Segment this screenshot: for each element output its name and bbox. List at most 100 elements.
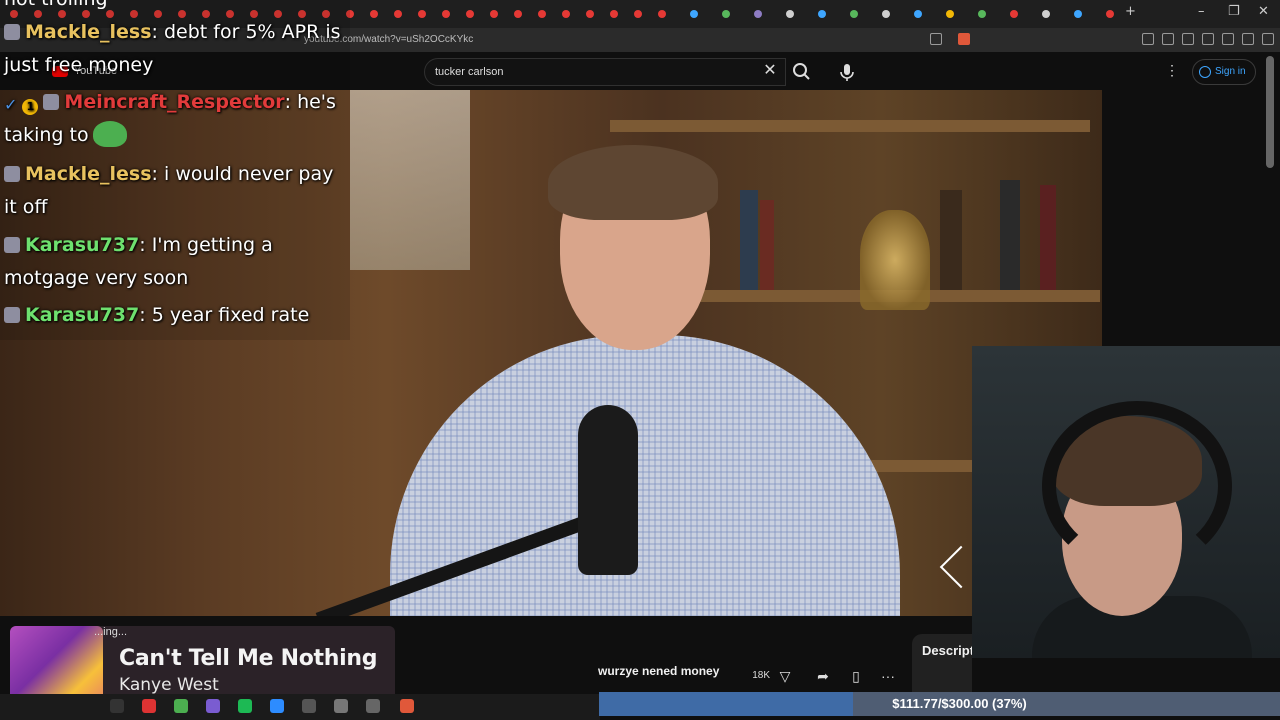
description-label[interactable]: Descript bbox=[922, 643, 974, 658]
chat-message: Mackle_less: debt for 5% APR is just fre… bbox=[4, 21, 341, 76]
tab-favicon[interactable] bbox=[1042, 10, 1050, 18]
chat-cut-message: not trolling bbox=[4, 0, 108, 10]
lamp bbox=[860, 210, 930, 310]
brave-browser-icon[interactable] bbox=[400, 699, 414, 713]
tab-favicon[interactable] bbox=[490, 10, 498, 18]
chat-message: Karasu737: 5 year fixed rate bbox=[4, 299, 349, 332]
chat-overlay: not trolling Mackle_less: debt for 5% AP… bbox=[0, 0, 350, 340]
bookmark-icon[interactable] bbox=[1222, 33, 1234, 45]
tab-favicon[interactable] bbox=[914, 10, 922, 18]
search-icon[interactable] bbox=[786, 58, 818, 86]
now-playing-status: ...ing... bbox=[94, 626, 128, 638]
tab-favicon[interactable] bbox=[442, 10, 450, 18]
maximize-button[interactable]: ❐ bbox=[1228, 4, 1240, 19]
donation-goal-bar: $111.77/$300.00 (37%) bbox=[599, 692, 1280, 716]
donation-goal-text: $111.77/$300.00 (37%) bbox=[892, 696, 1027, 711]
taskbar-app-icon[interactable] bbox=[174, 699, 188, 713]
sidebar-icon[interactable] bbox=[1182, 33, 1194, 45]
background-window bbox=[350, 90, 470, 270]
brave-shield-icon[interactable] bbox=[958, 33, 970, 45]
subscriber-badge-icon bbox=[4, 166, 20, 182]
headset-icon bbox=[1042, 401, 1232, 571]
cast-icon[interactable] bbox=[930, 33, 942, 45]
tab-favicon[interactable] bbox=[1074, 10, 1082, 18]
tab-favicon[interactable] bbox=[514, 10, 522, 18]
clear-search-icon[interactable]: ✕ bbox=[762, 59, 778, 83]
tab-favicon[interactable] bbox=[850, 10, 858, 18]
taskbar bbox=[0, 694, 600, 720]
tab-favicon[interactable] bbox=[370, 10, 378, 18]
chat-message: Mackle_less: i would never pay it off bbox=[4, 163, 334, 218]
tab-favicon[interactable] bbox=[394, 10, 402, 18]
chat-username: Karasu737 bbox=[25, 304, 140, 326]
tab-favicon[interactable] bbox=[418, 10, 426, 18]
tab-favicon[interactable] bbox=[1010, 10, 1018, 18]
more-options-icon[interactable]: ⋮ bbox=[1164, 62, 1180, 82]
song-artist: Kanye West bbox=[119, 675, 219, 695]
more-actions-icon[interactable]: ··· bbox=[878, 666, 898, 686]
tab-favicon[interactable] bbox=[754, 10, 762, 18]
tab-favicon[interactable] bbox=[658, 10, 666, 18]
video-title: wurzye nened money bbox=[598, 664, 720, 678]
host-hair bbox=[548, 145, 718, 220]
tab-favicon[interactable] bbox=[690, 10, 698, 18]
tab-favicon[interactable] bbox=[818, 10, 826, 18]
like-button[interactable]: 18K bbox=[720, 666, 770, 686]
new-tab-button[interactable]: + bbox=[1125, 4, 1136, 19]
taskbar-app-icon[interactable] bbox=[206, 699, 220, 713]
pepe-emote-icon bbox=[92, 121, 127, 147]
tab-favicon[interactable] bbox=[722, 10, 730, 18]
search-input[interactable]: tucker carlson bbox=[424, 58, 786, 86]
tab-favicon[interactable] bbox=[786, 10, 794, 18]
chat-username: Mackle_less bbox=[25, 163, 152, 185]
taskbar-app-icon[interactable] bbox=[238, 699, 252, 713]
tab-favicon[interactable] bbox=[978, 10, 986, 18]
wallet-icon[interactable] bbox=[1202, 33, 1214, 45]
taskbar-app-icon[interactable] bbox=[334, 699, 348, 713]
search-query-text[interactable]: tucker carlson bbox=[435, 66, 503, 78]
tab-favicon[interactable] bbox=[946, 10, 954, 18]
share-icon[interactable]: ➦ bbox=[813, 666, 833, 686]
page-scrollbar[interactable] bbox=[1266, 56, 1274, 168]
taskbar-app-icon[interactable] bbox=[110, 699, 124, 713]
chat-username: Mackle_less bbox=[25, 21, 152, 43]
sign-in-button[interactable]: Sign in bbox=[1192, 59, 1256, 85]
book bbox=[1000, 180, 1020, 290]
book bbox=[740, 190, 758, 290]
taskbar-app-icon[interactable] bbox=[270, 699, 284, 713]
gold-badge-icon: 1 bbox=[22, 99, 39, 115]
tab-favicon[interactable] bbox=[882, 10, 890, 18]
subscriber-badge-icon bbox=[43, 94, 60, 110]
menu-icon[interactable] bbox=[1262, 33, 1274, 45]
tab-favicon[interactable] bbox=[1106, 10, 1114, 18]
tab-favicon[interactable] bbox=[562, 10, 570, 18]
subscriber-badge-icon bbox=[4, 24, 20, 40]
vpn-icon[interactable] bbox=[1242, 33, 1254, 45]
taskbar-app-icon[interactable] bbox=[302, 699, 316, 713]
chat-username: Karasu737 bbox=[25, 234, 140, 256]
chat-username: Meincraft_Respector bbox=[64, 91, 285, 113]
tab-favicon[interactable] bbox=[538, 10, 546, 18]
minimize-button[interactable]: – bbox=[1198, 4, 1205, 19]
chat-message: ✓ 1 Meincraft_Respector: he's taking to bbox=[4, 86, 349, 152]
book bbox=[1040, 185, 1056, 290]
tab-favicon[interactable] bbox=[610, 10, 618, 18]
streamer-webcam bbox=[972, 346, 1280, 658]
subscriber-badge-icon bbox=[4, 307, 20, 323]
tab-favicon[interactable] bbox=[466, 10, 474, 18]
taskbar-app-icon[interactable] bbox=[142, 699, 156, 713]
media-icon[interactable] bbox=[1162, 33, 1174, 45]
bookshelf bbox=[610, 120, 1090, 132]
subscriber-badge-icon bbox=[4, 237, 20, 253]
close-window-button[interactable]: ✕ bbox=[1258, 4, 1269, 19]
tab-favicon[interactable] bbox=[634, 10, 642, 18]
dislike-icon[interactable]: ▽ bbox=[775, 666, 795, 686]
chat-message: Karasu737: I'm getting a motgage very so… bbox=[4, 234, 273, 289]
microphone-icon[interactable] bbox=[834, 58, 860, 86]
extensions-icon[interactable] bbox=[1142, 33, 1154, 45]
taskbar-app-icon[interactable] bbox=[366, 699, 380, 713]
song-title: Can't Tell Me Nothing bbox=[119, 646, 378, 671]
save-icon[interactable]: ▯ bbox=[846, 666, 866, 686]
tab-favicon[interactable] bbox=[586, 10, 594, 18]
chat-text: 5 year fixed rate bbox=[151, 304, 310, 326]
